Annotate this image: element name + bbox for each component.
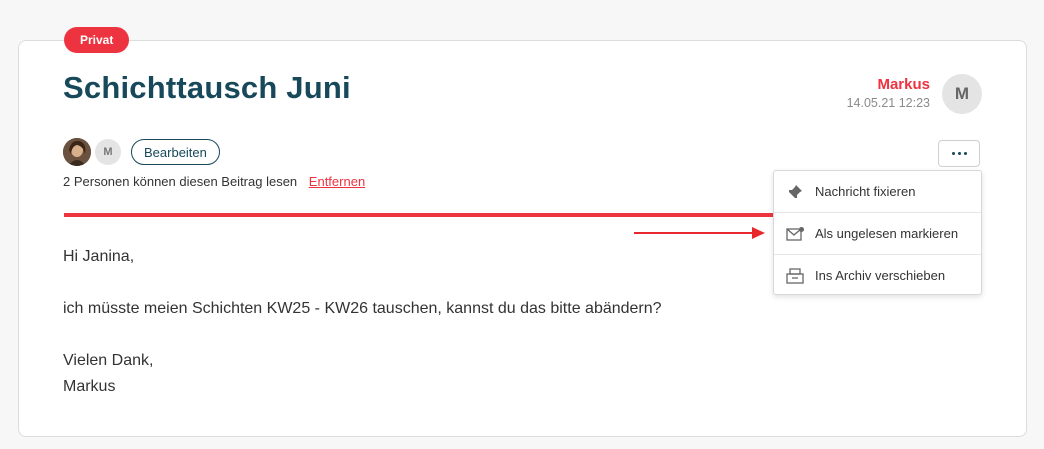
archive-icon (786, 267, 804, 285)
edit-readers-button[interactable]: Bearbeiten (131, 139, 220, 165)
mail-unread-icon (786, 225, 804, 243)
menu-item-label: Nachricht fixieren (815, 184, 916, 199)
readers-info: 2 Personen können diesen Beitrag lesen E… (63, 174, 365, 189)
reader-photo-avatar[interactable] (63, 138, 91, 166)
menu-item-label: Als ungelesen markieren (815, 226, 959, 241)
author-avatar[interactable]: M (942, 74, 982, 114)
reader-avatar[interactable]: M (95, 139, 121, 165)
message-greeting: Hi Janina, (63, 248, 135, 265)
remove-link[interactable]: Entfernen (309, 174, 365, 189)
more-options-button[interactable] (938, 140, 980, 167)
menu-item-pin[interactable]: Nachricht fixieren (774, 171, 981, 213)
readers-info-text: 2 Personen können diesen Beitrag lesen (63, 174, 298, 189)
message-closing: Vielen Dank, (63, 352, 154, 369)
message-signature: Markus (63, 378, 116, 395)
author-info: Markus 14.05.21 12:23 (847, 76, 930, 110)
dot (963, 152, 967, 155)
menu-item-mark-unread[interactable]: Als ungelesen markieren (774, 213, 981, 255)
menu-item-archive[interactable]: Ins Archiv verschieben (774, 255, 981, 296)
options-menu: Nachricht fixieren Als ungelesen markier… (773, 170, 982, 295)
author-name[interactable]: Markus (847, 76, 930, 93)
annotation-arrow (634, 227, 765, 239)
menu-item-label: Ins Archiv verschieben (815, 268, 946, 283)
readers-row: M Bearbeiten (63, 138, 220, 166)
dot (957, 152, 961, 155)
accent-divider (64, 213, 774, 217)
page-title: Schichttausch Juni (63, 70, 351, 105)
private-badge: Privat (64, 27, 130, 53)
pin-icon (786, 183, 804, 201)
author-timestamp: 14.05.21 12:23 (846, 96, 930, 110)
message-paragraph: ich müsste meien Schichten KW25 - KW26 t… (63, 300, 662, 317)
message-body: Hi Janina, ich müsste meien Schichten KW… (63, 244, 662, 400)
dot (951, 152, 955, 155)
